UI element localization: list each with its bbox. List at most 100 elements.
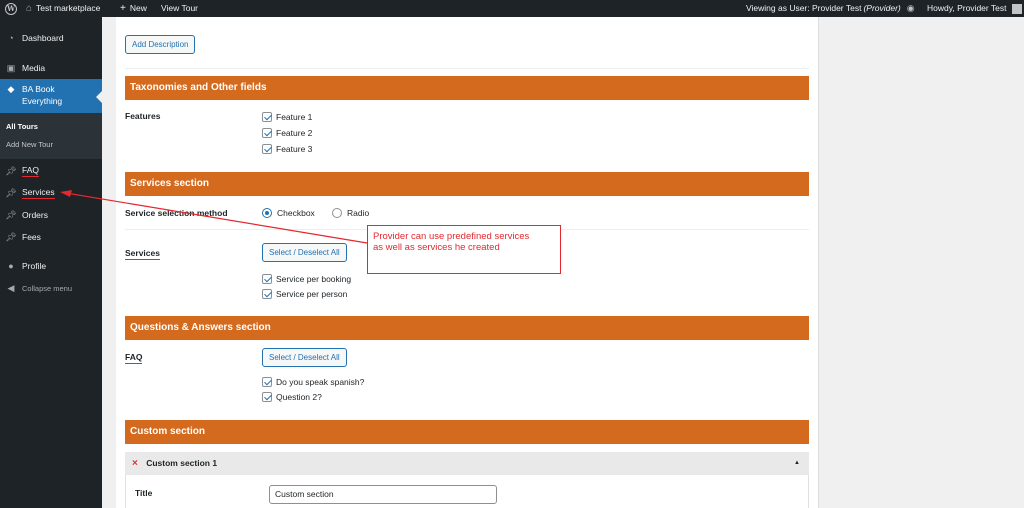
sidebar-item-fees[interactable]: 📌︎ Fees (0, 229, 102, 245)
viewing-as-role: (Provider) (863, 3, 901, 13)
wordpress-logo-icon[interactable]: W (5, 0, 17, 17)
submenu-item-add-new-tour[interactable]: Add New Tour (6, 140, 53, 149)
media-icon: ▣ (6, 62, 16, 73)
custom-title-label: Title (135, 488, 153, 498)
sidebar-item-label: FAQ (22, 165, 40, 177)
user-icon: ● (8, 261, 14, 271)
section-header-taxonomies: Taxonomies and Other fields (125, 76, 809, 100)
features-label: Features (125, 111, 161, 121)
radio-radio-option[interactable]: Radio (332, 208, 369, 218)
radio-button[interactable] (262, 208, 272, 218)
add-description-button[interactable]: Add Description (125, 35, 196, 54)
dashboard-icon: ◔ (8, 33, 14, 43)
services-label-text: Services (125, 248, 160, 260)
checkbox[interactable] (262, 144, 272, 154)
pin-icon: 📌︎ (5, 209, 17, 220)
annotation-text-line1: Provider can use predefined services (373, 231, 530, 242)
new-content-link[interactable]: + New (120, 0, 147, 17)
plus-icon: + (120, 3, 126, 14)
checkbox[interactable] (262, 289, 272, 299)
remove-icon[interactable]: × (132, 458, 138, 469)
collapse-icon: ◀ (7, 282, 15, 293)
view-tour-label: View Tour (161, 3, 199, 13)
radio-checkbox-option[interactable]: Checkbox (262, 208, 315, 218)
view-tour-link[interactable]: View Tour (161, 0, 198, 17)
sidebar-item-label: Orders (22, 210, 48, 220)
collapse-menu-button[interactable]: ◀ Collapse menu (0, 280, 102, 296)
feature-checkbox-2[interactable]: Feature 2 (262, 128, 312, 138)
avatar (1011, 3, 1022, 14)
annotation-callout: Provider can use predefined services as … (367, 225, 561, 274)
custom-section-item-title: Custom section 1 (146, 458, 218, 468)
admin-sidebar: ◔ Dashboard ▣ Media ◆ BA Book Everything… (0, 17, 102, 508)
sidebar-item-profile[interactable]: ● Profile (0, 258, 102, 274)
faq-label: FAQ (125, 352, 143, 364)
sidebar-item-services[interactable]: 📌︎ Services (0, 185, 102, 201)
right-column-divider (818, 17, 819, 508)
checkbox[interactable] (262, 274, 272, 284)
sidebar-item-label-line1: BA Book (22, 84, 55, 94)
eye-icon[interactable]: ◉ (907, 0, 915, 17)
service-selection-method-label: Service selection method (125, 208, 228, 218)
divider (125, 68, 809, 69)
service-checkbox-per-booking[interactable]: Service per booking (262, 274, 351, 284)
checkbox-label: Do you speak spanish? (276, 377, 365, 387)
sidebar-item-media[interactable]: ▣ Media (0, 60, 102, 76)
checkbox[interactable] (262, 377, 272, 387)
submenu: All Tours Add New Tour (0, 113, 102, 159)
account-menu[interactable]: Howdy, Provider Test (927, 0, 1022, 17)
checkbox-label: Service per booking (276, 274, 352, 284)
submenu-item-all-tours[interactable]: All Tours (6, 122, 38, 131)
checkbox-label: Feature 1 (276, 112, 313, 122)
sidebar-item-label: Profile (22, 261, 47, 271)
checkbox-label: Service per person (276, 289, 348, 299)
viewing-as-indicator[interactable]: Viewing as User: Provider Test (Provider… (746, 0, 915, 17)
viewing-as-text: Viewing as User: Provider Test (746, 3, 862, 13)
radio-label: Radio (347, 208, 370, 218)
new-label: New (129, 3, 147, 13)
faq-checkbox-question-2[interactable]: Question 2? (262, 392, 322, 402)
tag-icon: ◆ (7, 84, 15, 94)
faq-select-all-button[interactable]: Select / Deselect All (262, 348, 347, 367)
section-header-services: Services section (125, 172, 809, 196)
custom-title-input[interactable]: Custom section (269, 485, 497, 504)
section-header-qa: Questions & Answers section (125, 316, 809, 340)
sidebar-item-label: Services (22, 187, 55, 199)
collapse-triangle-icon[interactable]: ▲ (794, 452, 800, 475)
section-header-custom: Custom section (125, 420, 809, 444)
feature-checkbox-1[interactable]: Feature 1 (262, 112, 312, 122)
checkbox-label: Question 2? (276, 392, 322, 402)
sidebar-item-label: Collapse menu (22, 283, 73, 293)
sidebar-item-orders[interactable]: 📌︎ Orders (0, 207, 102, 223)
pin-icon: 📌︎ (5, 187, 17, 198)
checkbox[interactable] (262, 392, 272, 402)
sidebar-item-dashboard[interactable]: ◔ Dashboard (0, 30, 102, 46)
services-select-all-button[interactable]: Select / Deselect All (262, 243, 347, 262)
sidebar-item-label: BA Book Everything (22, 83, 62, 107)
sidebar-item-faq[interactable]: 📌︎ FAQ (0, 163, 102, 179)
service-checkbox-per-person[interactable]: Service per person (262, 289, 347, 299)
checkbox[interactable] (262, 128, 272, 138)
checkbox-label: Feature 2 (276, 128, 313, 138)
sidebar-item-label-line2: Everything (22, 96, 63, 106)
site-name: Test marketplace (36, 3, 101, 13)
sidebar-item-ba-book-everything[interactable]: ◆ BA Book Everything (0, 79, 102, 113)
services-label: Services (125, 248, 160, 260)
site-name-link[interactable]: ⌂ Test marketplace (26, 0, 100, 17)
custom-section-item-header[interactable]: × Custom section 1 ▲ (125, 452, 809, 475)
faq-label-text: FAQ (125, 352, 143, 364)
home-icon: ⌂ (26, 3, 33, 14)
radio-button[interactable] (332, 208, 342, 218)
sidebar-item-label: Dashboard (22, 33, 64, 43)
radio-label: Checkbox (277, 208, 315, 218)
annotation-text-line2: as well as services he created (373, 242, 500, 253)
checkbox-label: Feature 3 (276, 144, 313, 154)
pin-icon: 📌︎ (5, 231, 17, 242)
custom-section-item-body: Title Custom section (125, 475, 809, 508)
faq-checkbox-spanish[interactable]: Do you speak spanish? (262, 377, 364, 387)
active-menu-arrow (96, 91, 102, 103)
howdy-text: Howdy, Provider Test (927, 3, 1007, 13)
feature-checkbox-3[interactable]: Feature 3 (262, 144, 312, 154)
sidebar-item-label: Fees (22, 232, 41, 242)
checkbox[interactable] (262, 112, 272, 122)
